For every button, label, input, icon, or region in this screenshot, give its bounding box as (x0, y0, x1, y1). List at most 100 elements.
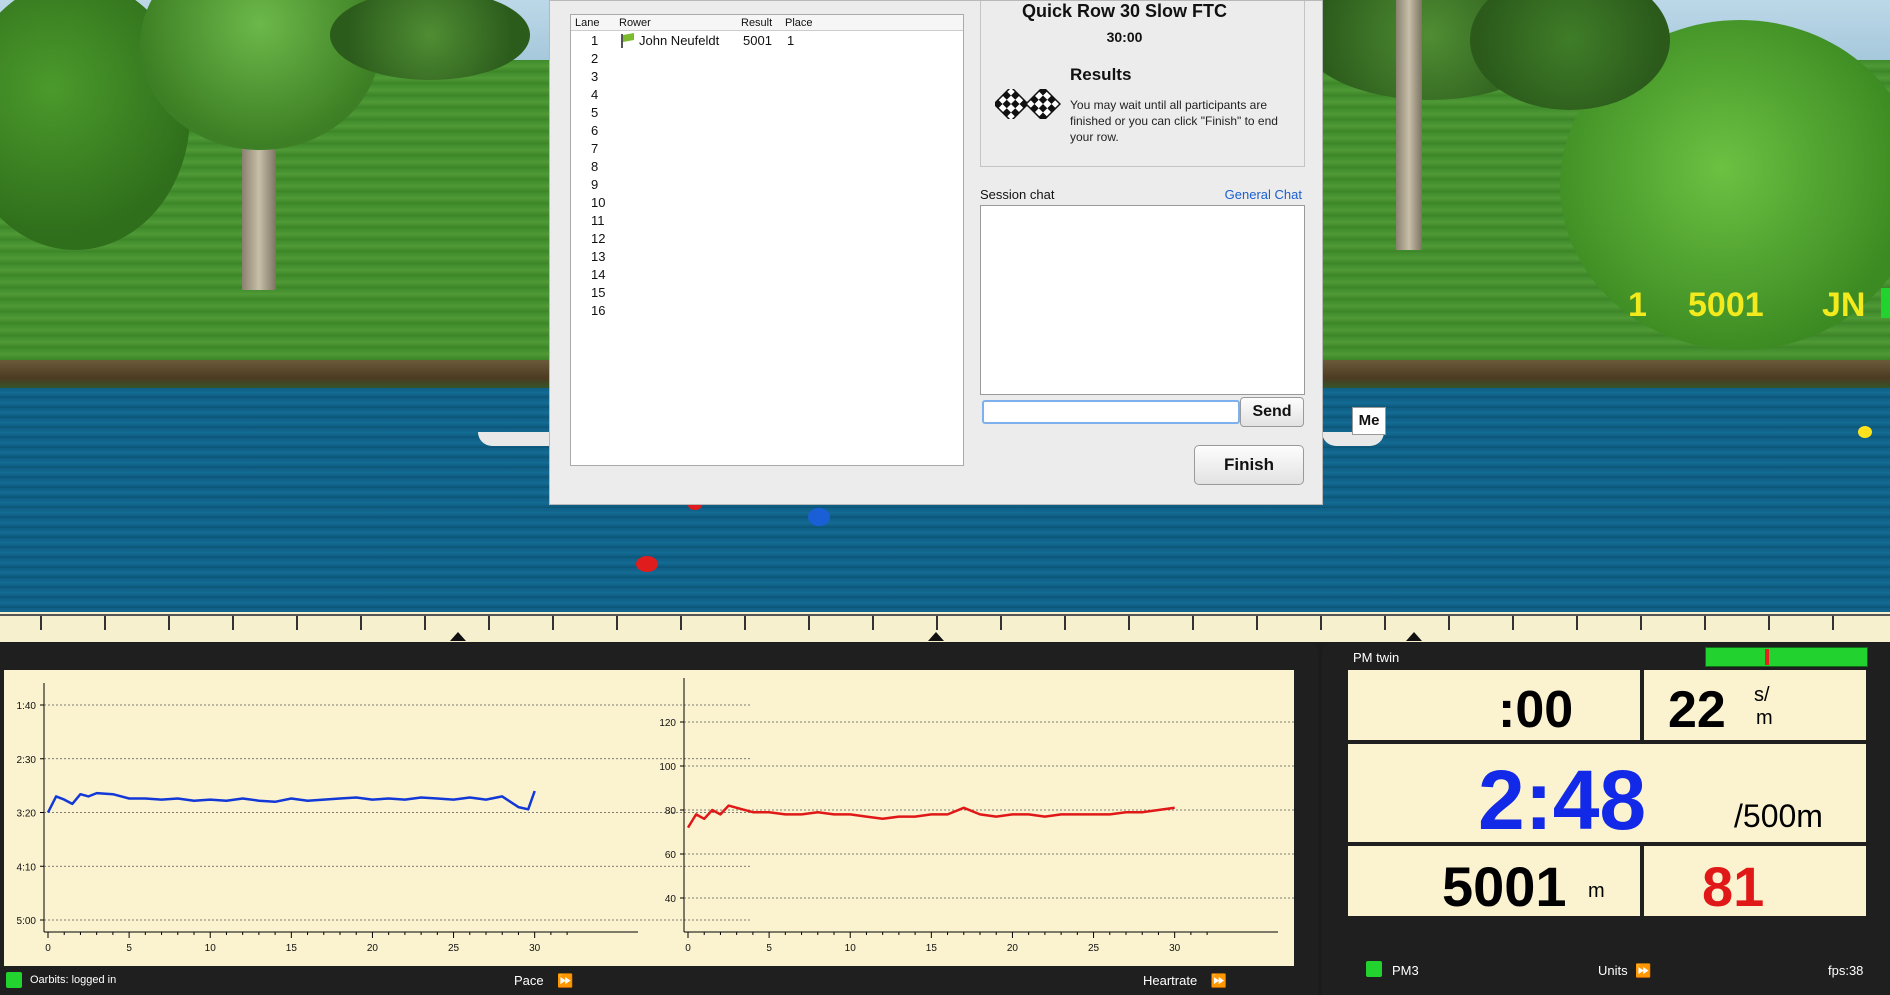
me-label: Me (1352, 407, 1386, 435)
results-message: You may wait until all participants are … (1070, 98, 1278, 144)
lane-row: 14 (571, 265, 963, 283)
units-selector[interactable]: Units ⏩ (1598, 963, 1651, 979)
course-ruler (0, 612, 1890, 642)
checkered-flag-icon (995, 89, 1061, 119)
pm-stroke-cell: 22 s/ m (1644, 670, 1866, 740)
ruler-boat-marker (928, 632, 944, 641)
pm-title: PM twin (1353, 650, 1400, 665)
y-tick-label: 80 (665, 806, 677, 817)
rower-flag-icon (619, 34, 635, 48)
lane-row: 9 (571, 175, 963, 193)
x-tick-label: 30 (529, 943, 541, 954)
pm-pace-cell: 2:48 /500m (1348, 744, 1866, 847)
ruler-line (0, 614, 1890, 616)
col-lane: Lane (575, 17, 600, 29)
pm-pace-unit: /500m (1734, 798, 1823, 834)
heartrate-graph-selector[interactable]: Heartrate ⏩ (1143, 973, 1227, 989)
col-rower: Rower (619, 17, 651, 29)
ruler-tick (1576, 616, 1578, 630)
y-tick-label: 1:40 (17, 701, 37, 712)
ruler-tick (1640, 616, 1642, 630)
ruler-tick (1512, 616, 1514, 630)
x-tick-label: 15 (926, 943, 938, 954)
pm-stroke-unit-bottom: m (1756, 707, 1773, 729)
fast-forward-icon: ⏩ (1635, 963, 1652, 978)
pace-graph-selector[interactable]: Pace ⏩ (514, 973, 573, 989)
race-results-dialog: Lane Rower Result Place 1 John Neufeldt 50… (549, 0, 1323, 505)
x-tick-label: 20 (1007, 943, 1019, 954)
pm-heart-rate: 81 (1702, 855, 1765, 918)
pm-distance-cell: 5001 m (1348, 846, 1640, 918)
lane-row: 13 (571, 247, 963, 265)
session-chat-label: Session chat (980, 187, 1055, 202)
lane-number: 5 (591, 105, 599, 120)
x-tick-label: 15 (286, 943, 298, 954)
ruler-tick (1768, 616, 1770, 630)
lane-row: 11 (571, 211, 963, 229)
fast-forward-icon: ⏩ (557, 973, 574, 988)
fast-forward-icon: ⏩ (1210, 973, 1228, 988)
ruler-tick (872, 616, 874, 630)
ruler-tick (296, 616, 298, 630)
y-tick-label: 60 (665, 850, 677, 861)
lane-number: 14 (591, 267, 606, 282)
chat-input[interactable] (982, 400, 1240, 424)
lane-number: 16 (591, 303, 606, 318)
ruler-tick (1704, 616, 1706, 630)
oarbits-status-light (6, 972, 22, 988)
lane-number: 8 (591, 159, 599, 174)
series-line (686, 804, 1175, 829)
lane-number: 13 (591, 249, 606, 264)
ruler-tick (104, 616, 106, 630)
race-time: 30:00 (1106, 29, 1143, 45)
ruler-tick (744, 616, 746, 630)
pm-device: PM3 (1392, 963, 1419, 978)
pm-distance: 5001 (1442, 855, 1567, 918)
blue-buoy (808, 508, 830, 526)
ruler-tick (1000, 616, 1002, 630)
ruler-tick (1384, 616, 1386, 630)
ruler-tick (168, 616, 170, 630)
ruler-tick (1128, 616, 1130, 630)
lane-row: 15 (571, 283, 963, 301)
x-tick-label: 5 (126, 943, 132, 954)
x-tick-label: 0 (685, 943, 691, 954)
lane-number: 1 (591, 33, 599, 48)
hud-initials: JN (1822, 286, 1866, 324)
y-tick-label: 100 (659, 762, 676, 773)
col-place: Place (785, 17, 813, 29)
pm-pace: 2:48 (1478, 753, 1647, 847)
hud-lane-indicator (1881, 288, 1890, 318)
finish-button[interactable]: Finish (1194, 445, 1304, 485)
lane-row: 8 (571, 157, 963, 175)
rower-result: 5001 (743, 33, 772, 48)
lane-row: 3 (571, 67, 963, 85)
lane-number: 7 (591, 141, 599, 156)
general-chat-link[interactable]: General Chat (1225, 187, 1302, 202)
lane-number: 15 (591, 285, 606, 300)
pm-force-marker (1765, 649, 1769, 665)
heartrate-graph-label: Heartrate (1143, 973, 1198, 988)
pace-graph-label: Pace (514, 973, 544, 988)
lane-number: 10 (591, 195, 606, 210)
col-result: Result (741, 17, 773, 29)
red-buoy (636, 556, 658, 572)
x-tick-label: 5 (766, 943, 772, 954)
rower-name: John Neufeldt (639, 33, 720, 48)
race-title: Quick Row 30 Slow FTC (1021, 1, 1228, 21)
y-tick-label: 5:00 (17, 916, 37, 927)
hud-distance: 5001 (1688, 286, 1764, 324)
send-button[interactable]: Send (1240, 397, 1304, 427)
ruler-tick (552, 616, 554, 630)
ruler-boat-marker (1406, 632, 1422, 641)
ruler-tick (1256, 616, 1258, 630)
pm-twin-panel: PM twin :00 22 s/ m 2:48 /500m 5001 m 81… (1322, 643, 1890, 995)
ruler-tick (616, 616, 618, 630)
session-chat-log[interactable] (980, 205, 1305, 395)
pm-time-cell: :00 (1348, 670, 1640, 740)
x-tick-label: 25 (448, 943, 460, 954)
lane-rows: 1 John Neufeldt 5001 1 2 3 4 5 6 7 8 9 10 11 12 13 14 15 1… (571, 31, 963, 319)
lane-number: 2 (591, 51, 599, 66)
yellow-buoy (1858, 426, 1872, 438)
pm-stroke-rate: 22 (1668, 681, 1726, 739)
